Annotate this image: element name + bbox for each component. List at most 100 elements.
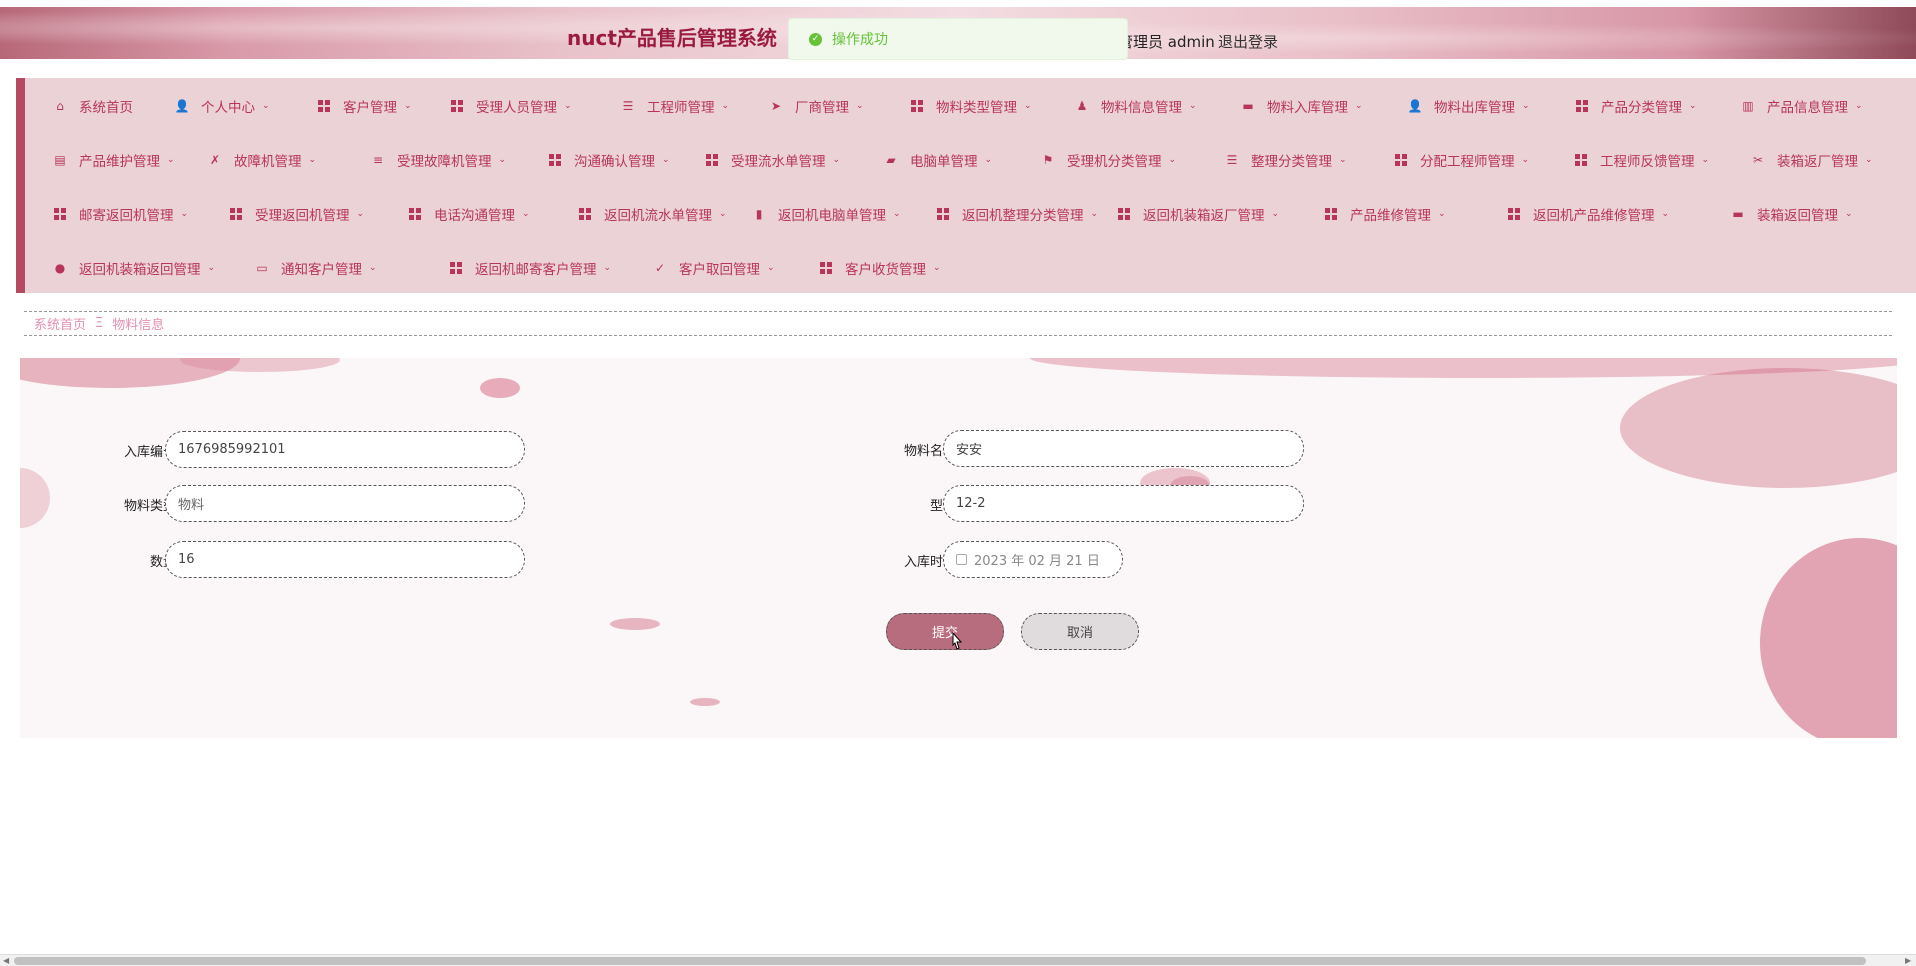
decor-blob [20,468,50,528]
nav-item-0-8[interactable]: ▬ 物料入库管理 ⌄ [1241,96,1362,116]
nav-item-0-2[interactable]: 客户管理 ⌄ [317,96,412,116]
chevron-down-icon: ⌄ [1522,101,1530,111]
home-icon: ⌂ [56,99,64,113]
nav-item-3-0[interactable]: ● 返回机装箱返回管理 ⌄ [53,258,215,278]
nav-item-label: 受理人员管理 [476,100,557,116]
scroll-left-icon[interactable]: ◀ [3,956,9,965]
user-tie-icon: ♟ [1076,99,1088,113]
scroll-right-icon[interactable]: ▶ [1905,956,1911,965]
chevron-down-icon: ⌄ [167,155,175,165]
nav-item-0-0[interactable]: ⌂ 系统首页 [53,96,133,116]
nav-item-1-10[interactable]: ✂ 装箱返厂管理 ⌄ [1751,150,1873,170]
nav-item-0-11[interactable]: ▥ 产品信息管理 ⌄ [1741,96,1863,116]
scrollbar-thumb[interactable] [14,957,1866,965]
grid-icon [1394,153,1408,167]
nav-item-label: 厂商管理 [795,100,849,116]
nav-item-2-3[interactable]: 返回机流水单管理 ⌄ [578,204,727,224]
grid-icon [229,207,243,221]
nav-item-2-2[interactable]: 电话沟通管理 ⌄ [408,204,530,224]
list-icon: ☰ [1226,153,1238,167]
chevron-down-icon: ⌄ [356,209,365,219]
nav-item-1-0[interactable]: ▤ 产品维护管理 ⌄ [53,150,175,170]
entry-no-input[interactable]: 1676985992101 [165,431,525,468]
chevron-down-icon: ⌄ [893,209,901,219]
grid-icon [449,261,463,275]
nav-item-label: 邮寄返回机管理 [79,208,174,224]
horizontal-scrollbar[interactable]: ◀ ▶ [0,954,1916,966]
nav-item-2-8[interactable]: 返回机产品维修管理 ⌄ [1507,204,1669,224]
chevron-down-icon: ⌄ [767,263,775,273]
send-icon: ➤ [770,99,782,113]
nav-item-label: 工程师管理 [647,100,715,116]
nav-item-2-6[interactable]: 返回机装箱返厂管理 ⌄ [1117,204,1279,224]
nav-item-1-7[interactable]: ☰ 整理分类管理 ⌄ [1225,150,1347,170]
breadcrumb-home[interactable]: 系统首页 [34,314,86,333]
nav-item-3-4[interactable]: 客户收货管理 ⌄ [819,258,941,278]
nav-item-0-5[interactable]: ➤ 厂商管理 ⌄ [769,96,864,116]
nav-item-2-5[interactable]: 返回机整理分类管理 ⌄ [936,204,1098,224]
entry-time-datepicker[interactable]: 2023 年 02 月 21 日 [943,541,1123,578]
logout-link[interactable]: 退出登录 [1218,31,1278,52]
nav-item-3-1[interactable]: ▭ 通知客户管理 ⌄ [255,258,376,278]
chevron-down-icon: ⌄ [1438,209,1446,219]
bar-chart-icon: ▮ [755,207,763,221]
grid-icon [53,207,67,221]
nav-item-label: 个人中心 [201,100,255,116]
nav-item-1-6[interactable]: ⚑ 受理机分类管理 ⌄ [1041,150,1176,170]
nav-item-0-9[interactable]: 👤 物料出库管理 ⌄ [1408,96,1530,116]
nav-item-1-1[interactable]: ✗ 故障机管理 ⌄ [208,150,316,170]
nav-item-2-9[interactable]: ▬ 装箱返回管理 ⌄ [1731,204,1853,224]
nav-item-1-2[interactable]: ≡ 受理故障机管理 ⌄ [371,150,506,170]
decor-blob [1760,538,1897,738]
nav-item-2-0[interactable]: 邮寄返回机管理 ⌄ [53,204,188,224]
nav-item-2-4[interactable]: ▮ 返回机电脑单管理 ⌄ [752,204,901,224]
nav-item-1-3[interactable]: 沟通确认管理 ⌄ [548,150,670,170]
chevron-down-icon: ⌄ [1689,101,1697,111]
chevron-down-icon: ⌄ [1661,209,1670,219]
material-name-input[interactable]: 安安 [943,430,1304,467]
nav-item-0-1[interactable]: 👤 个人中心 ⌄ [175,96,270,116]
nav-item-0-7[interactable]: ♟ 物料信息管理 ⌄ [1075,96,1197,116]
cancel-button[interactable]: 取消 [1021,613,1139,650]
nav-item-0-3[interactable]: 受理人员管理 ⌄ [450,96,572,116]
breadcrumb-current: 物料信息 [112,318,165,333]
nav-item-label: 返回机电脑单管理 [778,208,886,224]
grid-icon [578,207,592,221]
submit-button[interactable]: 提交 [886,613,1004,650]
nav-item-0-10[interactable]: 产品分类管理 ⌄ [1575,96,1697,116]
nav-item-1-4[interactable]: 受理流水单管理 ⌄ [705,150,840,170]
nav-item-label: 装箱返厂管理 [1777,154,1858,170]
material-form-panel: 入库编号 1676985992101 物料类型 物料 数量 16 物料名称 安安… [20,358,1897,738]
nav-item-1-9[interactable]: 工程师反馈管理 ⌄ [1574,150,1709,170]
nav-item-3-2[interactable]: 返回机邮寄客户管理 ⌄ [449,258,611,278]
material-name-label: 物料名称 [903,444,956,459]
material-type-input[interactable]: 物料 [165,485,525,522]
nav-item-0-6[interactable]: 物料类型管理 ⌄ [910,96,1032,116]
nav-item-2-7[interactable]: 产品维修管理 ⌄ [1324,204,1446,224]
grid-icon [450,99,464,113]
chevron-down-icon: ⌄ [1189,101,1197,111]
chevron-down-icon: ⌄ [721,101,730,111]
map-pin-icon: ● [54,261,66,275]
nav-item-0-4[interactable]: ☰ 工程师管理 ⌄ [621,96,729,116]
model-input[interactable]: 12-2 [943,485,1304,522]
chevron-down-icon: ⌄ [308,155,317,165]
nav-item-1-5[interactable]: ▰ 电脑单管理 ⌄ [884,150,992,170]
nav-item-1-8[interactable]: 分配工程师管理 ⌄ [1394,150,1529,170]
nav-item-label: 产品维护管理 [79,154,160,170]
chevron-down-icon: ⌄ [180,209,189,219]
grid-icon [1117,207,1131,221]
chevron-down-icon: ⌄ [933,263,941,273]
app-root: nuct产品售后管理系统 管理员 admin 退出登录 ✓ 操作成功 ⌂ 系统首页… [0,0,1916,966]
nav-item-2-1[interactable]: 受理返回机管理 ⌄ [229,204,364,224]
nav-item-3-3[interactable]: ✓ 客户取回管理 ⌄ [653,258,775,278]
user-icon: 👤 [174,99,190,113]
chevron-down-icon: ⌄ [1339,155,1347,165]
quantity-input[interactable]: 16 [165,541,525,578]
chevron-down-icon: ⌄ [984,155,993,165]
nav-item-label: 故障机管理 [234,154,302,170]
nav-item-label: 物料信息管理 [1101,100,1182,116]
chevron-down-icon: ⌄ [1845,209,1853,219]
chevron-down-icon: ⌄ [1855,101,1863,111]
clipboard-x-icon: ✗ [209,153,221,167]
